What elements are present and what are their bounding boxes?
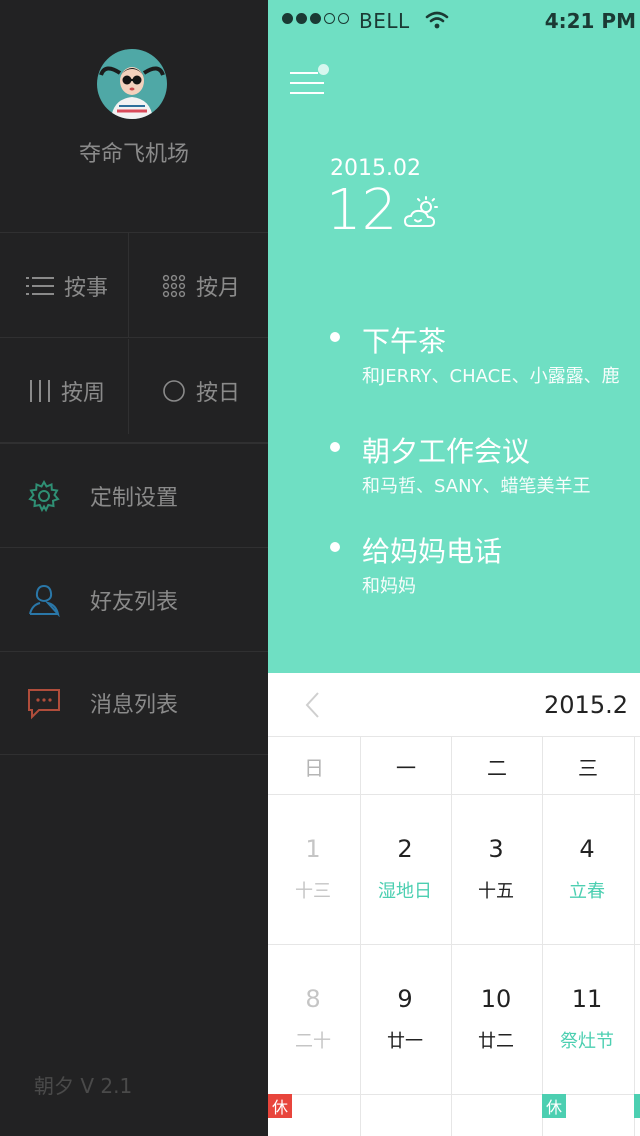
- day-number: 8: [305, 985, 321, 1013]
- event-participants: 和JERRY、CHACE、小露露、鹿: [362, 366, 620, 387]
- weekday-row: 日 一 二 三: [268, 737, 640, 795]
- festival-label: 湿地日: [378, 881, 432, 902]
- calendar-day[interactable]: 3 十五: [451, 795, 543, 945]
- calendar-day[interactable]: 11 祭灶节: [542, 945, 634, 1095]
- day-number: 11: [571, 985, 603, 1013]
- rest-day-badge: 休: [542, 1094, 566, 1118]
- weekday-label: 日: [304, 755, 324, 780]
- event-title: 朝夕工作会议: [362, 435, 531, 468]
- message-list-label: 消息列表: [90, 693, 179, 718]
- festival-label: 立春: [569, 881, 605, 902]
- rest-day-badge-edge: [634, 1094, 640, 1118]
- friend-list-label: 好友列表: [90, 589, 179, 615]
- day-number: 10: [480, 985, 512, 1013]
- lunar-date: 廿二: [478, 1031, 514, 1052]
- calendar-header: 2015.2: [268, 673, 640, 737]
- event-participants: 和马哲、SANY、蜡笔美羊王: [362, 476, 591, 497]
- custom-settings-label: 定制设置: [90, 485, 179, 511]
- view-by-event-button[interactable]: 按事: [0, 233, 134, 338]
- calendar-day[interactable]: 9 廿一: [360, 945, 452, 1095]
- friend-list-item[interactable]: 好友列表: [0, 547, 268, 651]
- calendar-day[interactable]: 8 二十: [268, 945, 360, 1095]
- columns-icon: [29, 379, 51, 403]
- view-by-event-label: 按事: [63, 275, 108, 301]
- weekday-label: 三: [578, 755, 598, 780]
- view-by-week-button[interactable]: 按周: [0, 338, 134, 443]
- status-bar: BELL 4:21 PM: [268, 0, 640, 40]
- weekday-label: 二: [487, 755, 507, 780]
- event-bullet: [330, 332, 340, 342]
- day-number: 1: [305, 835, 321, 863]
- day-number: 3: [488, 835, 504, 863]
- lunar-date: 二十: [295, 1031, 331, 1052]
- event-item[interactable]: 朝夕工作会议 和马哲、SANY、蜡笔美羊王: [328, 430, 640, 500]
- calendar-day[interactable]: 4 立春: [542, 795, 634, 945]
- username: 夺命飞机场: [78, 142, 189, 167]
- main-panel: BELL 4:21 PM 2015.02 12 下午茶 和JERRY、CHACE…: [268, 0, 640, 1136]
- carrier-name: BELL: [359, 9, 410, 33]
- event-title: 下午茶: [362, 325, 447, 358]
- status-time: 4:21 PM: [544, 9, 636, 33]
- view-by-day-button[interactable]: 按日: [134, 338, 268, 443]
- event-participants: 和妈妈: [362, 576, 416, 597]
- menu-toggle-button[interactable]: [290, 64, 330, 102]
- calendar-day[interactable]: 2 湿地日: [360, 795, 452, 945]
- calendar-day[interactable]: 1 十三: [268, 795, 360, 945]
- user-icon: [26, 582, 62, 618]
- day-number: 2: [397, 835, 413, 863]
- gear-icon: [26, 478, 62, 514]
- list-icon: [25, 275, 54, 297]
- event-item[interactable]: 下午茶 和JERRY、CHACE、小露露、鹿: [328, 320, 640, 390]
- day-number: 9: [397, 985, 413, 1013]
- chat-icon: [26, 685, 62, 721]
- partly-sunny-icon: [403, 196, 440, 234]
- view-mode-grid: 按事 按月 按周 按日: [0, 232, 268, 443]
- grid-icon: [162, 274, 186, 298]
- notification-dot: [318, 64, 329, 75]
- event-bullet: [330, 542, 340, 552]
- message-list-item[interactable]: 消息列表: [0, 651, 268, 755]
- current-day: 12: [326, 178, 398, 243]
- previous-month-button[interactable]: [304, 691, 320, 723]
- lunar-date: 廿一: [387, 1031, 423, 1052]
- festival-label: 祭灶节: [560, 1031, 614, 1052]
- lunar-date: 十三: [295, 881, 331, 902]
- calendar-day[interactable]: 10 廿二: [451, 945, 543, 1095]
- wifi-icon: [425, 10, 449, 35]
- rest-day-badge: 休: [268, 1094, 292, 1118]
- event-bullet: [330, 442, 340, 452]
- avatar[interactable]: [97, 49, 167, 119]
- event-item[interactable]: 给妈妈电话 和妈妈: [328, 530, 640, 600]
- signal-strength-icon: [282, 13, 349, 24]
- calendar-month-title: 2015.2: [544, 691, 628, 719]
- view-by-month-label: 按月: [195, 275, 240, 301]
- event-title: 给妈妈电话: [362, 535, 503, 568]
- sidebar: 夺命飞机场 按事 按月 按周 按日 定制设置 好友列表 消息列表 朝夕 V 2.…: [0, 0, 268, 1136]
- view-by-month-button[interactable]: 按月: [134, 233, 268, 338]
- view-by-day-label: 按日: [195, 380, 240, 406]
- app-version: 朝夕 V 2.1: [34, 1074, 133, 1098]
- custom-settings-item[interactable]: 定制设置: [0, 443, 268, 547]
- lunar-date: 十五: [478, 881, 514, 902]
- day-number: 4: [579, 835, 595, 863]
- circle-icon: [162, 379, 186, 403]
- weekday-label: 一: [396, 755, 416, 780]
- view-by-week-label: 按周: [60, 380, 105, 406]
- today-hero: BELL 4:21 PM 2015.02 12 下午茶 和JERRY、CHACE…: [268, 0, 640, 673]
